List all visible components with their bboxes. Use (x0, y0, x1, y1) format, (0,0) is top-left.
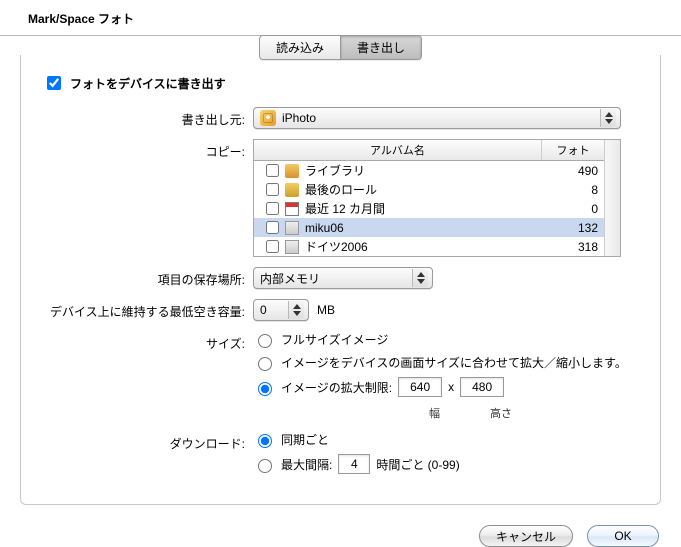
popup-arrows-icon (288, 301, 304, 319)
album-icon (285, 164, 299, 178)
album-count: 132 (548, 221, 598, 235)
download-interval-radio[interactable] (258, 459, 272, 473)
size-fit-radio[interactable] (258, 357, 272, 371)
source-popup[interactable]: iPhoto (253, 107, 621, 129)
album-table: アルバム名 フォト ライブラリ490最後のロール8最近 12 カ月間0miku0… (253, 139, 621, 257)
ok-button[interactable]: OK (587, 525, 659, 547)
size-label: サイズ: (43, 331, 253, 352)
table-row[interactable]: ライブラリ490 (254, 161, 604, 180)
min-free-value: 0 (260, 303, 282, 317)
cancel-button[interactable]: キャンセル (479, 525, 573, 547)
download-interval-suffix: 時間ごと (0-99) (376, 456, 459, 473)
table-row[interactable]: 最近 12 カ月間0 (254, 199, 604, 218)
table-row[interactable]: 最後のロール8 (254, 180, 604, 199)
album-name: ライブラリ (305, 162, 548, 179)
album-icon (285, 240, 299, 254)
size-x-label: x (448, 380, 454, 394)
store-label: 項目の保存場所: (43, 267, 253, 288)
col-photo-count[interactable]: フォト (542, 140, 604, 160)
iphoto-icon (260, 110, 276, 126)
download-interval-input[interactable] (338, 454, 370, 474)
size-full-label: フルサイズイメージ (281, 331, 388, 348)
table-scrollbar[interactable] (604, 140, 620, 256)
min-free-popup[interactable]: 0 (253, 299, 309, 321)
album-name: miku06 (305, 221, 548, 235)
min-free-unit: MB (317, 303, 335, 317)
table-row[interactable]: miku06132 (254, 218, 604, 237)
row-checkbox[interactable] (266, 164, 279, 177)
row-checkbox[interactable] (266, 221, 279, 234)
row-checkbox[interactable] (266, 202, 279, 215)
store-popup-text: 内部メモリ (260, 270, 406, 287)
export-panel: フォトをデバイスに書き出す 書き出し元: iPhoto コピー: アルバム名 フ… (20, 55, 661, 505)
popup-arrows-icon (412, 269, 428, 287)
album-icon (285, 183, 299, 197)
width-caption: 幅 (429, 405, 440, 421)
export-enable-label: フォトをデバイスに書き出す (70, 75, 226, 92)
download-persync-label: 同期ごと (281, 431, 329, 448)
row-checkbox[interactable] (266, 240, 279, 253)
export-enable-checkbox[interactable] (47, 76, 61, 90)
download-label: ダウンロード: (43, 431, 253, 452)
album-count: 0 (548, 202, 598, 216)
table-row[interactable]: ドイツ2006318 (254, 237, 604, 256)
album-count: 490 (548, 164, 598, 178)
store-popup[interactable]: 内部メモリ (253, 267, 433, 289)
row-checkbox[interactable] (266, 183, 279, 196)
size-full-radio[interactable] (258, 334, 272, 348)
size-limit-radio[interactable] (258, 382, 272, 396)
album-name: 最後のロール (305, 181, 548, 198)
dialog-footer: キャンセル OK (0, 521, 681, 547)
size-height-input[interactable] (460, 377, 504, 397)
min-free-label: デバイス上に維持する最低空き容量: (43, 299, 253, 320)
source-label: 書き出し元: (43, 107, 253, 128)
album-icon (285, 221, 299, 235)
download-interval-label: 最大間隔: (281, 456, 332, 473)
copy-label: コピー: (43, 139, 253, 160)
album-count: 8 (548, 183, 598, 197)
source-popup-text: iPhoto (282, 111, 594, 125)
album-count: 318 (548, 240, 598, 254)
popup-arrows-icon (600, 109, 616, 127)
size-limit-label: イメージの拡大制限: (281, 379, 392, 396)
height-caption: 高さ (490, 405, 512, 421)
album-name: ドイツ2006 (305, 238, 548, 255)
album-icon (285, 202, 299, 216)
window-title: Mark/Space フォト (0, 0, 681, 36)
col-album-name[interactable]: アルバム名 (254, 140, 542, 160)
size-width-input[interactable] (398, 377, 442, 397)
table-header: アルバム名 フォト (254, 140, 604, 161)
size-fit-label: イメージをデバイスの画面サイズに合わせて拡大／縮小します。 (281, 354, 627, 371)
download-persync-radio[interactable] (258, 434, 272, 448)
album-name: 最近 12 カ月間 (305, 200, 548, 217)
